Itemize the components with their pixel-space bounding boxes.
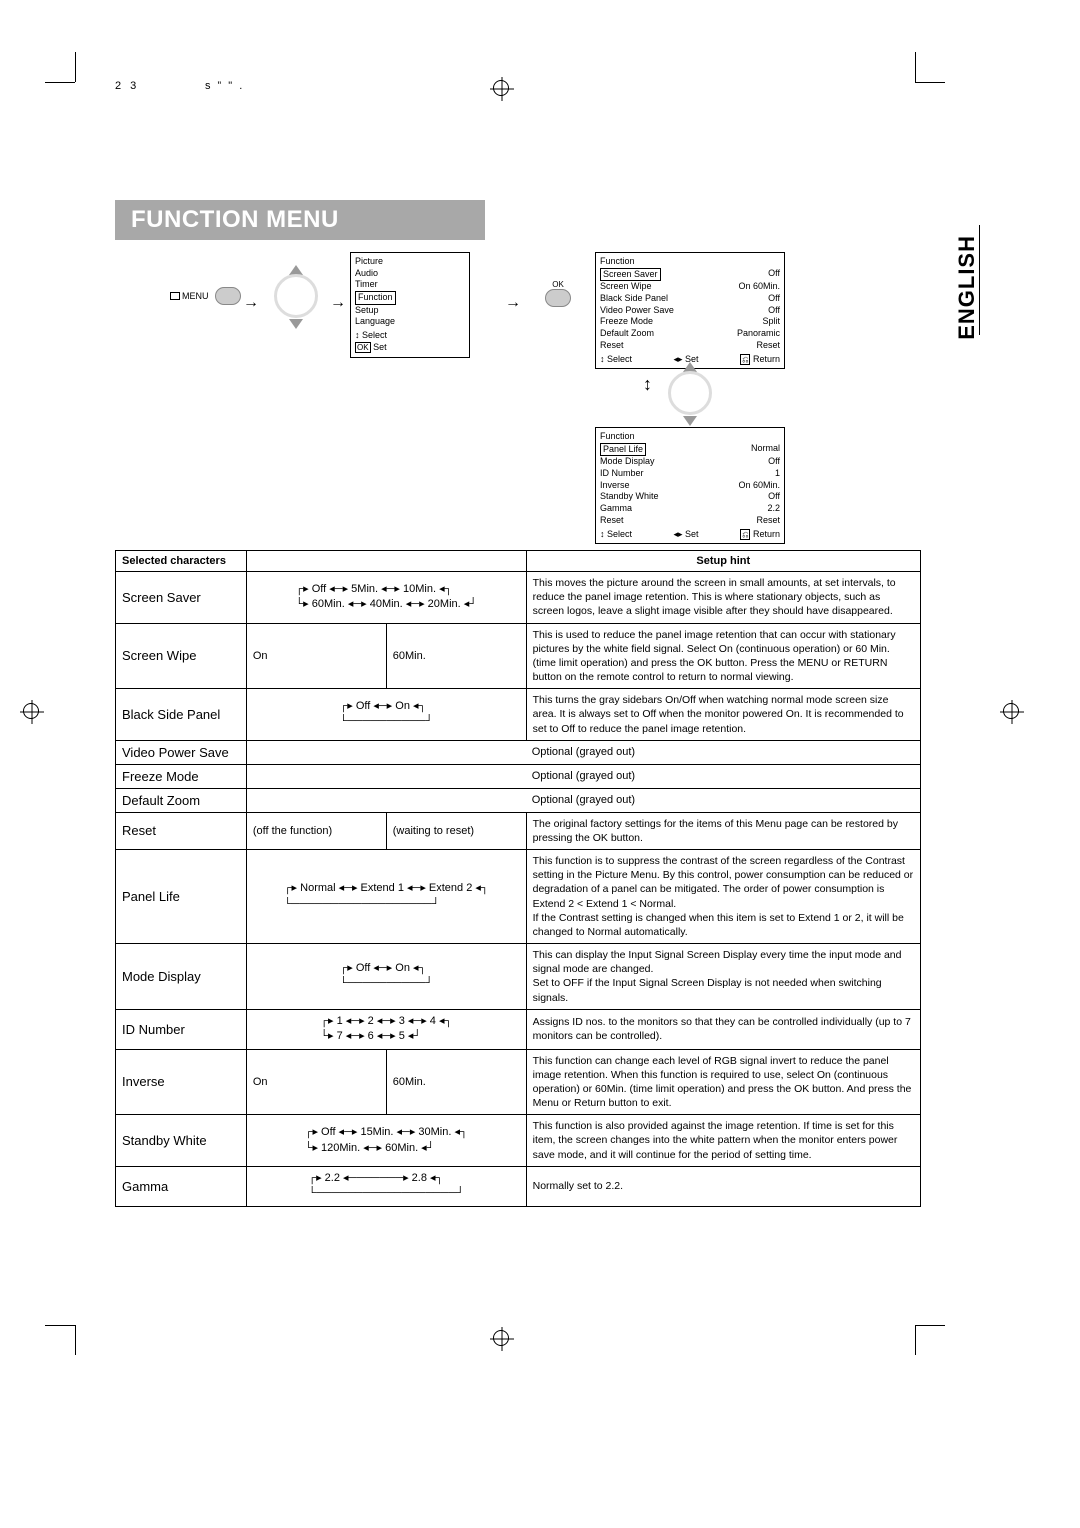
row-option-2: 60Min.: [386, 1049, 526, 1115]
row-option-2: 60Min.: [386, 623, 526, 689]
row-option-1: (off the function): [246, 812, 386, 849]
row-name: ID Number: [116, 1009, 247, 1049]
row-span-text: Optional (grayed out): [246, 740, 920, 764]
row-name: Screen Saver: [116, 572, 247, 624]
registration-mark: [1000, 700, 1024, 724]
row-option-1: On: [246, 623, 386, 689]
registration-mark: [490, 1327, 514, 1351]
page-number: 2 3: [115, 80, 139, 92]
row-name: Black Side Panel: [116, 689, 247, 741]
row-hint: Assigns ID nos. to the monitors so that …: [526, 1009, 920, 1049]
col-hint: Setup hint: [526, 551, 920, 572]
function-spec-table: Selected characters Setup hint Screen Sa…: [115, 550, 921, 1207]
row-span-text: Optional (grayed out): [246, 788, 920, 812]
row-options: ┌▸ Off ◂─▸ 5Min. ◂─▸ 10Min. ◂┐└▸ 60Min. …: [246, 572, 526, 624]
row-name: Panel Life: [116, 850, 247, 944]
row-options: ┌▸ 1 ◂─▸ 2 ◂─▸ 3 ◂─▸ 4 ◂┐└▸ 7 ◂─▸ 6 ◂─▸ …: [246, 1009, 526, 1049]
dpad-icon: [267, 267, 327, 327]
ok-button-label: OK: [545, 280, 571, 289]
row-hint: This is used to reduce the panel image r…: [526, 623, 920, 689]
row-option-2: (waiting to reset): [386, 812, 526, 849]
row-name: Freeze Mode: [116, 764, 247, 788]
menu-button-icon: [215, 287, 241, 305]
arrow-icon: →: [505, 294, 521, 312]
row-name: Gamma: [116, 1166, 247, 1206]
row-hint: This moves the picture around the screen…: [526, 572, 920, 624]
row-hint: Normally set to 2.2.: [526, 1166, 920, 1206]
row-hint: This can display the Input Signal Screen…: [526, 944, 920, 1010]
row-options: ┌▸ Off ◂─▸ 15Min. ◂─▸ 30Min. ◂┐└▸ 120Min…: [246, 1115, 526, 1167]
col-characters: Selected characters: [116, 551, 247, 572]
row-options: ┌▸ Off ◂─▸ On ◂┐└──────────┘: [246, 944, 526, 1010]
row-hint: The original factory settings for the it…: [526, 812, 920, 849]
row-hint: This function can change each level of R…: [526, 1049, 920, 1115]
row-hint: This function is also provided against t…: [526, 1115, 920, 1167]
arrow-icon: →: [330, 294, 346, 312]
row-name: Mode Display: [116, 944, 247, 1010]
page-title: FUNCTION MENU: [115, 200, 485, 240]
menu-navigation-diagram: MENU → → PictureAudioTimerFunctionSetupL…: [115, 252, 975, 542]
row-name: Default Zoom: [116, 788, 247, 812]
row-name: Screen Wipe: [116, 623, 247, 689]
row-options: ┌▸ Normal ◂─▸ Extend 1 ◂─▸ Extend 2 ◂┐└─…: [246, 850, 526, 944]
dpad-icon: ↕: [661, 364, 721, 424]
function-menu-box-2: FunctionPanel LifeNormalMode DisplayOffI…: [595, 427, 785, 544]
ok-button-icon: [545, 289, 571, 307]
row-name: Standby White: [116, 1115, 247, 1167]
row-name: Inverse: [116, 1049, 247, 1115]
row-options: ┌▸ 2.2 ◂───────▸ 2.8 ◂┐└────────────────…: [246, 1166, 526, 1206]
row-hint: This function is to suppress the contras…: [526, 850, 920, 944]
row-name: Reset: [116, 812, 247, 849]
main-menu-box: PictureAudioTimerFunctionSetupLanguage ↕…: [350, 252, 470, 358]
row-options: ┌▸ Off ◂─▸ On ◂┐└──────────┘: [246, 689, 526, 741]
function-menu-box-1: FunctionScreen SaverOffScreen WipeOn 60M…: [595, 252, 785, 369]
row-span-text: Optional (grayed out): [246, 764, 920, 788]
row-name: Video Power Save: [116, 740, 247, 764]
row-hint: This turns the gray sidebars On/Off when…: [526, 689, 920, 741]
registration-mark: [20, 700, 44, 724]
arrow-icon: →: [243, 294, 259, 312]
menu-button-label: MENU: [182, 291, 209, 301]
row-option-1: On: [246, 1049, 386, 1115]
header-fragment: s ” " .: [205, 80, 244, 92]
